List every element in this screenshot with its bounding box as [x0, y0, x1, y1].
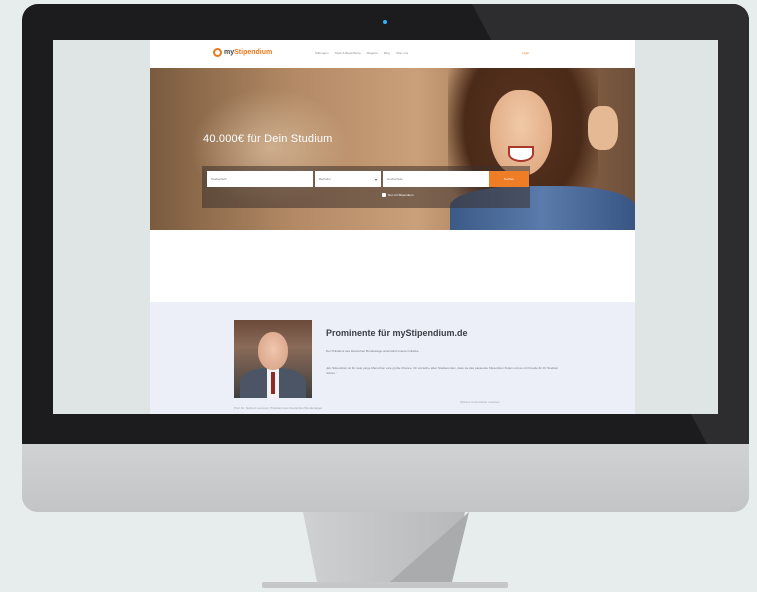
- monitor-stand-base: [262, 582, 508, 588]
- nav-link-stiftungen[interactable]: Stiftungen: [315, 51, 329, 55]
- more-supporters-link[interactable]: Weitere Unterstützer ansehen: [460, 400, 500, 404]
- study-field-input[interactable]: [207, 171, 313, 187]
- screen: my Stipendium Stiftungen Tipps & Bewerbu…: [53, 40, 718, 414]
- search-row: Bachelor ▾ Suchen: [207, 171, 529, 187]
- photo-tie: [271, 372, 275, 394]
- nav-link-magazin[interactable]: Magazin: [367, 51, 378, 55]
- nav-links: Stiftungen Tipps & Bewerbung Magazin Blo…: [315, 51, 408, 55]
- nav-link-about[interactable]: Über uns: [396, 51, 408, 55]
- photo-head: [258, 332, 288, 370]
- camera-dot-icon: [383, 20, 387, 24]
- monitor-chin: [22, 444, 749, 512]
- section-quote: „Ein Stipendium ist für viele junge Mens…: [326, 366, 559, 375]
- logo-prefix: my: [224, 49, 235, 56]
- supporter-photo: [234, 320, 312, 398]
- university-input[interactable]: [383, 171, 489, 187]
- degree-select-value: Bachelor: [319, 177, 331, 181]
- checkbox-icon[interactable]: [382, 193, 386, 197]
- chevron-down-icon: ▾: [374, 176, 377, 182]
- hero-image-fist: [588, 106, 618, 150]
- search-button[interactable]: Suchen: [489, 171, 529, 187]
- degree-select[interactable]: Bachelor ▾: [315, 171, 381, 187]
- prominent-section: Prof. Dr. Norbert Lammert, Präsident des…: [150, 302, 635, 414]
- hero-image-face: [490, 90, 552, 176]
- top-nav: my Stipendium Stiftungen Tipps & Bewerbu…: [150, 40, 635, 68]
- hero-banner: 40.000€ für Dein Studium Bachelor ▾ Such…: [150, 68, 635, 230]
- hero-headline: 40.000€ für Dein Studium: [203, 133, 333, 145]
- login-link[interactable]: Login: [522, 51, 529, 55]
- section-subtitle: Der Präsident des Deutschen Bundestags u…: [326, 349, 420, 353]
- logo-suffix: Stipendium: [234, 49, 273, 56]
- hero-image-smile: [508, 146, 534, 162]
- site-logo[interactable]: my Stipendium: [213, 48, 272, 57]
- monitor: my Stipendium Stiftungen Tipps & Bewerbu…: [22, 4, 749, 512]
- nav-link-blog[interactable]: Blog: [384, 51, 390, 55]
- imac-mockup: my Stipendium Stiftungen Tipps & Bewerbu…: [0, 0, 757, 592]
- checkbox-label: Nur mit Stipendium: [388, 193, 414, 197]
- search-panel: Bachelor ▾ Suchen Nur mit Stipendium: [202, 166, 530, 208]
- scholarship-only-option[interactable]: Nur mit Stipendium: [382, 193, 414, 197]
- website: my Stipendium Stiftungen Tipps & Bewerbu…: [150, 40, 635, 414]
- section-title: Prominente für myStipendium.de: [326, 328, 468, 338]
- photo-caption: Prof. Dr. Norbert Lammert, Präsident des…: [234, 406, 323, 410]
- nav-link-tipps[interactable]: Tipps & Bewerbung: [335, 51, 361, 55]
- orange-ring-icon: [213, 48, 222, 57]
